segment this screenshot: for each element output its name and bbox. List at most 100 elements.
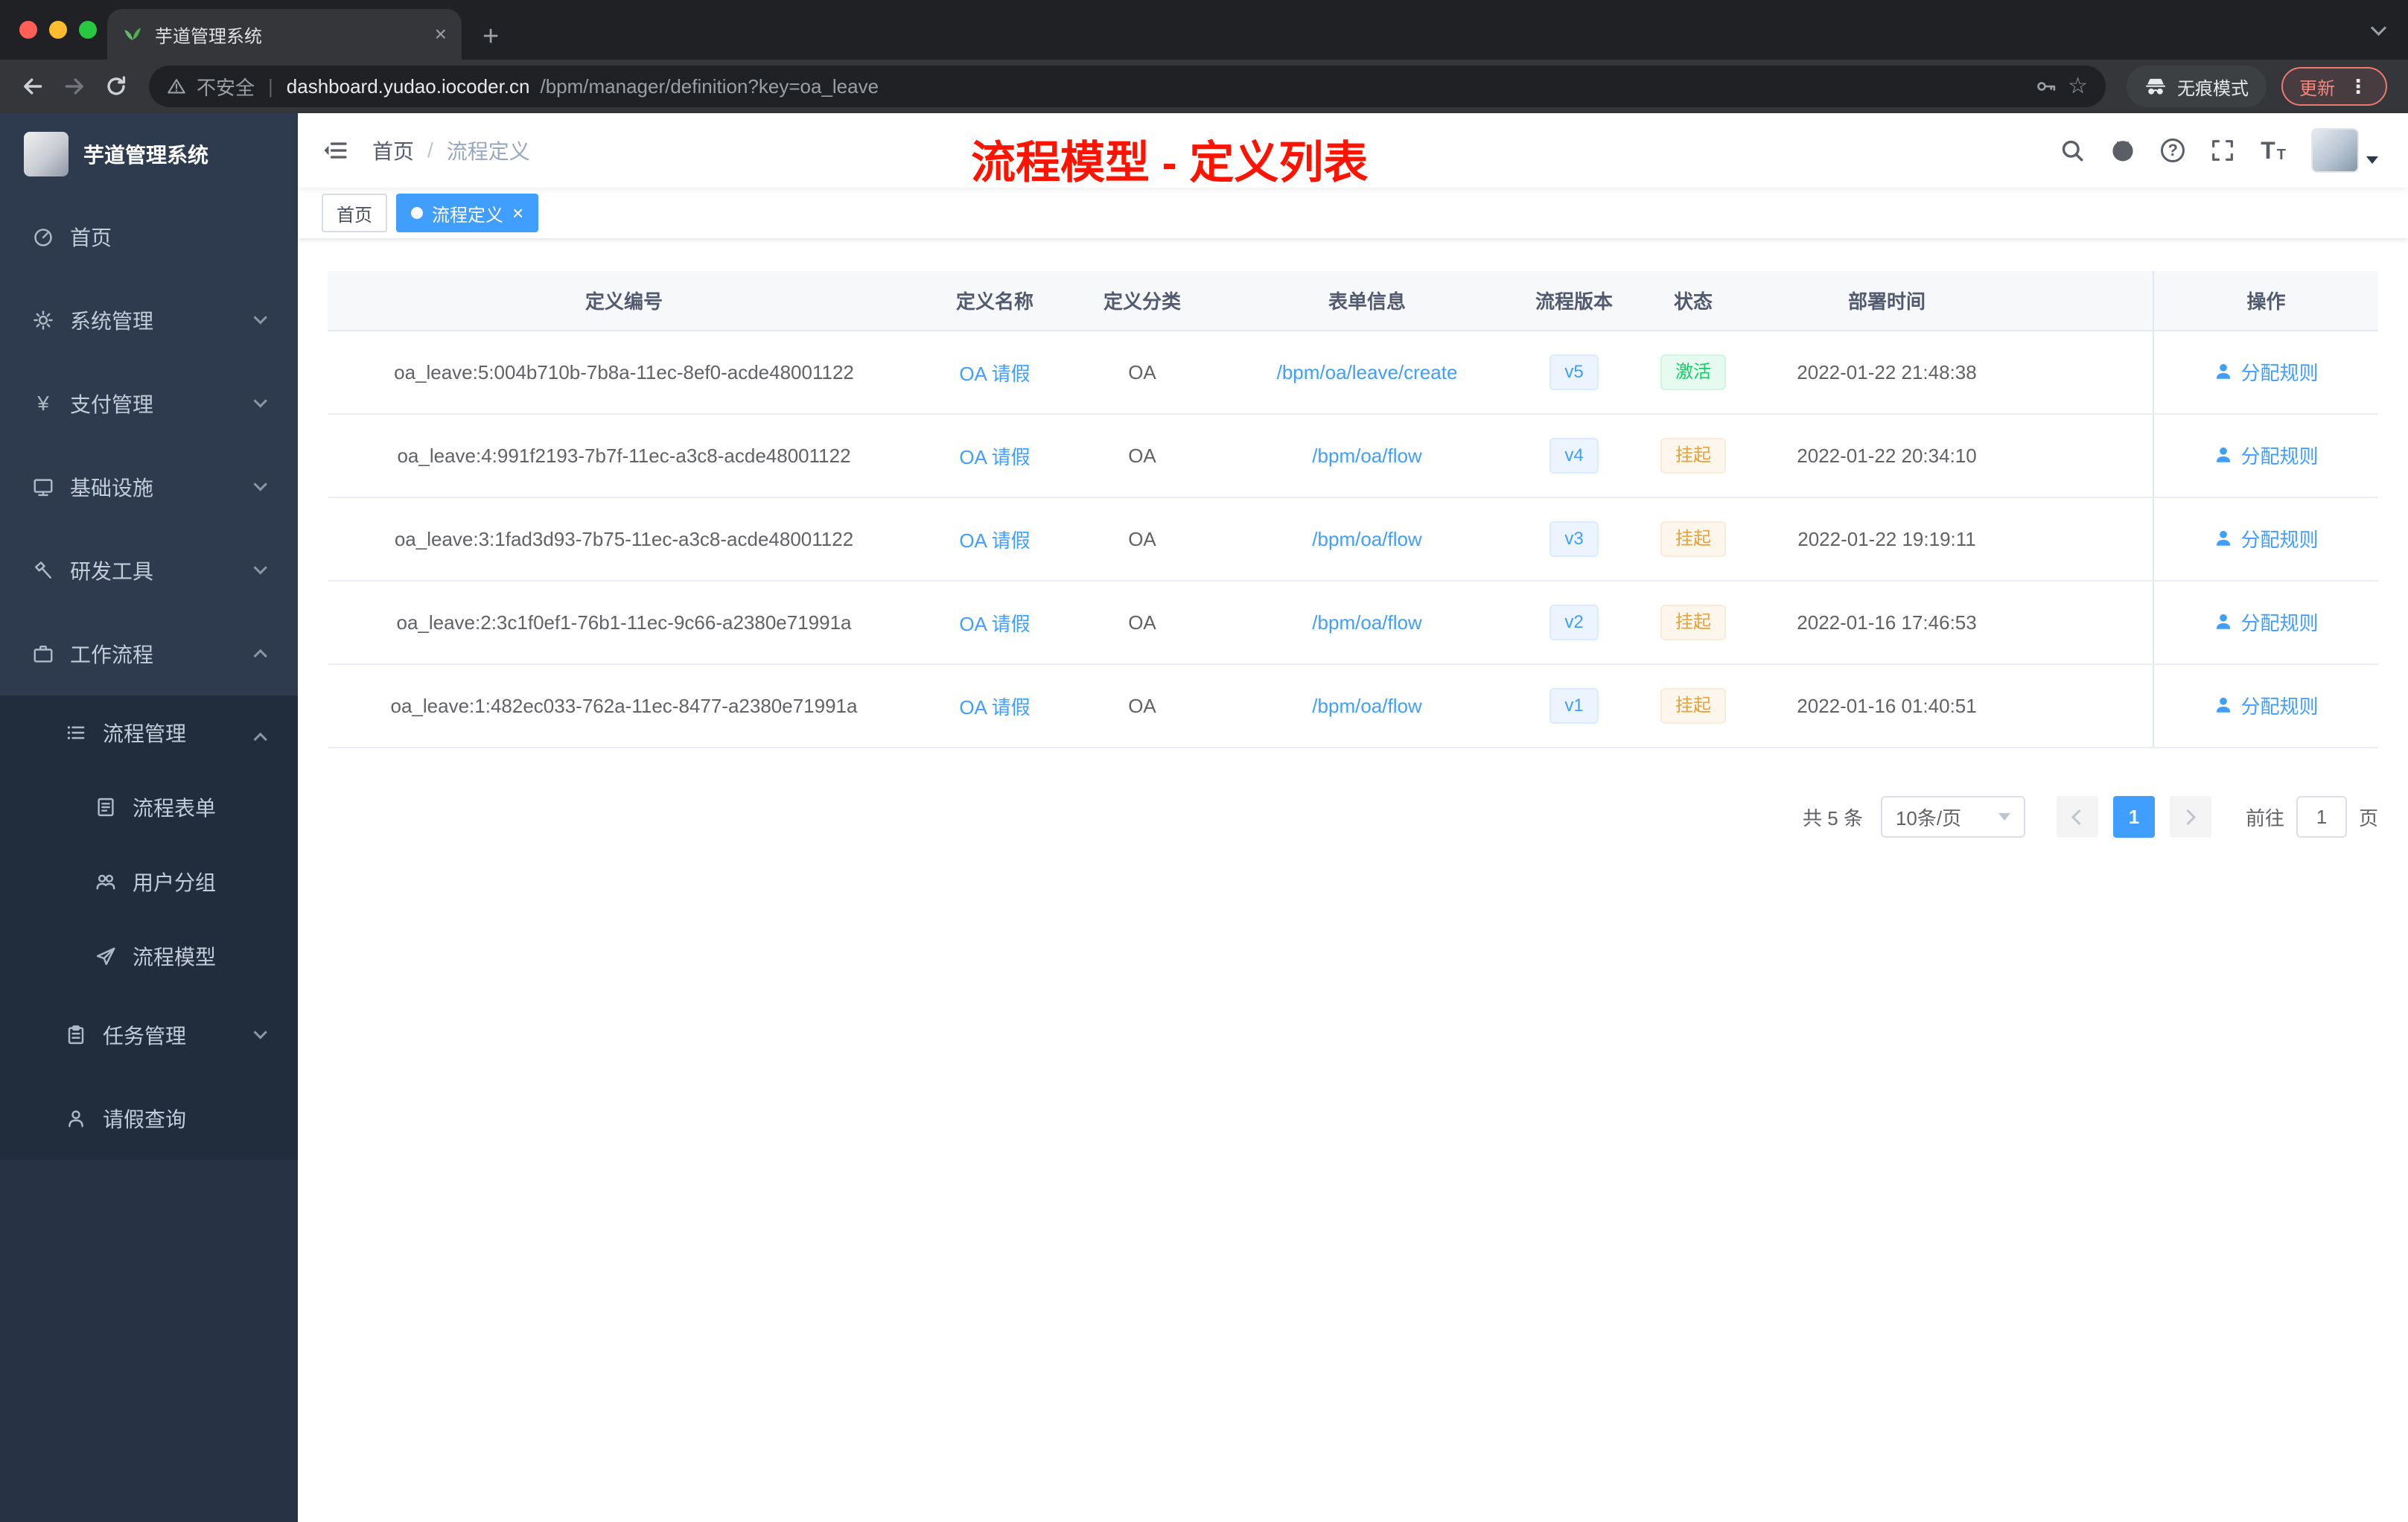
form-info-link[interactable]: /bpm/oa/leave/create [1277, 361, 1458, 383]
password-key-icon[interactable] [2035, 75, 2057, 98]
column-header: 状态 [1629, 271, 1757, 331]
zoom-window-button[interactable] [79, 21, 97, 39]
breadcrumb: 首页 / 流程定义 [372, 136, 530, 165]
form-document-icon [92, 796, 119, 818]
incognito-icon [2146, 78, 2165, 95]
user-icon [2217, 364, 2231, 379]
assign-rule-button[interactable]: 分配规则 [2214, 608, 2319, 636]
sidebar-item-process-management[interactable]: 流程管理 [0, 695, 298, 770]
new-tab-button[interactable]: + [482, 22, 499, 51]
screen: 芋道管理系统 × + 不安全 | dashboard.yudao.iocoder… [0, 0, 2408, 1522]
cell-deploy-time: 2022-01-22 19:19:11 [1757, 497, 2016, 582]
incognito-label: 无痕模式 [2177, 78, 2249, 99]
chrome-update-button[interactable]: 更新 ⋮ [2281, 67, 2387, 106]
cell-deploy-time: 2022-01-16 17:46:53 [1757, 581, 2016, 665]
assign-rule-button[interactable]: 分配规则 [2214, 358, 2319, 386]
security-label[interactable]: 不安全 [197, 73, 255, 101]
page-1-button[interactable]: 1 [2112, 796, 2155, 838]
assign-rule-button[interactable]: 分配规则 [2214, 525, 2319, 553]
bookmark-star-icon[interactable]: ☆ [2068, 75, 2088, 98]
version-badge: v2 [1549, 605, 1599, 640]
sidebar-item-process-model[interactable]: 流程模型 [0, 919, 298, 993]
sidebar-toggle-button[interactable] [298, 113, 372, 188]
cell-definition-id: oa_leave:2:3c1f0ef1-76b1-11ec-9c66-a2380… [328, 581, 920, 665]
sidebar-item-home[interactable]: 首页 [0, 195, 298, 278]
content-area: 定义编号 定义名称 定义分类 表单信息 流程版本 状态 部署时间 操作 oa_l… [298, 238, 2408, 1522]
tag-process-definition[interactable]: 流程定义 × [396, 194, 539, 232]
breadcrumb-home[interactable]: 首页 [372, 136, 414, 165]
help-icon[interactable] [2161, 138, 2185, 162]
sidebar-item-user-group[interactable]: 用户分组 [0, 844, 298, 919]
table-row: oa_leave:5:004b710b-7b8a-11ec-8ef0-acde4… [328, 331, 2378, 415]
browser-menu-icon[interactable]: ⋮ [2348, 75, 2369, 98]
workflow-briefcase-icon [30, 643, 57, 665]
definition-name-link[interactable]: OA 请假 [959, 363, 1030, 385]
definition-name-link[interactable]: OA 请假 [959, 446, 1030, 468]
prev-page-button[interactable] [2056, 796, 2098, 838]
minimize-window-button[interactable] [49, 21, 67, 39]
chevron-right-icon [2180, 809, 2197, 825]
avatar[interactable] [2311, 128, 2359, 173]
sidebar-item-label: 首页 [70, 226, 112, 249]
sidebar-item-label: 请假查询 [103, 1108, 187, 1131]
total-count-label: 共 5 条 [1803, 806, 1863, 830]
tag-close-icon[interactable]: × [512, 203, 523, 223]
form-info-link[interactable]: /bpm/oa/flow [1312, 611, 1421, 634]
close-window-button[interactable] [19, 21, 37, 39]
tab-overflow-chevron-icon[interactable] [2370, 19, 2387, 36]
column-header-filler [2016, 271, 2153, 331]
search-icon[interactable] [2060, 138, 2085, 163]
fullscreen-icon[interactable] [2210, 138, 2235, 163]
sidebar-background [0, 1160, 298, 1522]
sidebar-item-process-form[interactable]: 流程表单 [0, 770, 298, 844]
sidebar-item-dev-tools[interactable]: 研发工具 [0, 529, 298, 612]
status-badge: 挂起 [1660, 605, 1726, 640]
cell-definition-id: oa_leave:5:004b710b-7b8a-11ec-8ef0-acde4… [328, 331, 920, 415]
sidebar-item-task-management[interactable]: 任务管理 [0, 993, 298, 1077]
form-info-link[interactable]: /bpm/oa/flow [1312, 695, 1421, 717]
chevron-down-icon [252, 1025, 267, 1040]
definition-name-link[interactable]: OA 请假 [959, 696, 1030, 719]
sidebar-item-workflow[interactable]: 工作流程 [0, 612, 298, 695]
dashboard-icon [30, 226, 57, 248]
address-bar[interactable]: 不安全 | dashboard.yudao.iocoder.cn/bpm/man… [149, 66, 2106, 107]
cell-category: OA [1069, 497, 1215, 582]
sidebar-item-label: 研发工具 [70, 560, 154, 583]
assign-rule-button[interactable]: 分配规则 [2214, 692, 2319, 719]
page-size-value: 10条/页 [1895, 806, 1962, 830]
browser-tab[interactable]: 芋道管理系统 × [107, 9, 462, 60]
chevron-down-icon [1998, 813, 2010, 821]
sidebar-item-label: 用户分组 [133, 871, 217, 894]
sidebar-item-system-management[interactable]: 系统管理 [0, 278, 298, 362]
reload-button[interactable] [95, 66, 137, 107]
next-page-button[interactable] [2169, 796, 2211, 838]
definition-name-link[interactable]: OA 请假 [959, 613, 1030, 635]
browser-tab-strip: 芋道管理系统 × + [0, 0, 2408, 60]
cell-filler [2016, 497, 2153, 582]
version-badge: v3 [1549, 521, 1599, 557]
sidebar-item-leave-query[interactable]: 请假查询 [0, 1077, 298, 1160]
sidebar-item-label: 流程模型 [133, 946, 217, 969]
sidebar-item-payment-management[interactable]: ¥ 支付管理 [0, 362, 298, 445]
tab-title: 芋道管理系统 [155, 26, 262, 47]
avatar-caret-icon[interactable] [2366, 156, 2378, 164]
font-size-icon[interactable] [2261, 138, 2286, 162]
form-info-link[interactable]: /bpm/oa/flow [1312, 445, 1421, 467]
process-list-icon [63, 722, 89, 744]
github-icon[interactable] [2110, 138, 2135, 163]
tab-close-icon[interactable]: × [435, 24, 447, 45]
tag-label: 流程定义 [432, 205, 503, 226]
forward-button[interactable] [54, 66, 95, 107]
page-size-select[interactable]: 10条/页 [1880, 796, 2025, 838]
back-button[interactable] [12, 66, 54, 107]
form-info-link[interactable]: /bpm/oa/flow [1312, 528, 1421, 550]
payment-yen-icon: ¥ [37, 392, 49, 415]
definition-name-link[interactable]: OA 请假 [959, 529, 1030, 552]
tag-home[interactable]: 首页 [322, 194, 387, 232]
assign-rule-button[interactable]: 分配规则 [2214, 442, 2319, 469]
paper-plane-icon [92, 945, 119, 967]
cell-deploy-time: 2022-01-22 21:48:38 [1757, 331, 2016, 415]
column-header: 定义分类 [1069, 271, 1215, 331]
sidebar-item-infrastructure[interactable]: 基础设施 [0, 445, 298, 529]
goto-page-input[interactable] [2296, 796, 2347, 838]
